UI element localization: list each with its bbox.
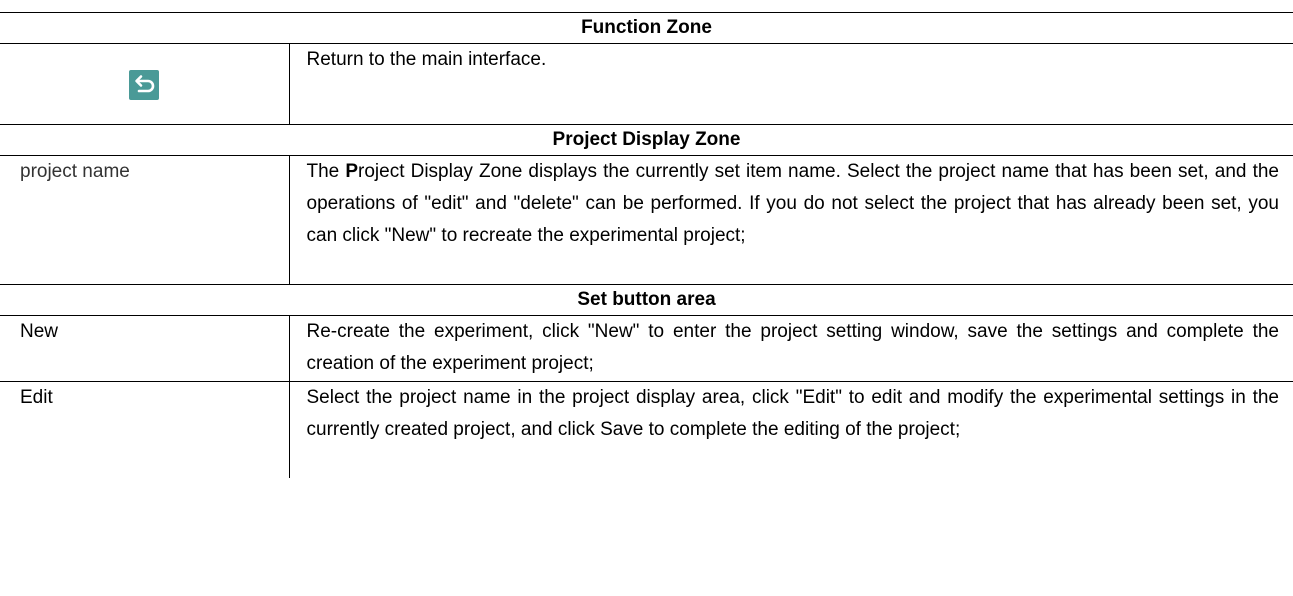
table-row: New Re-create the experiment, click "New… xyxy=(0,315,1293,382)
row-label: project name xyxy=(0,155,290,285)
description-rest: roject Display Zone displays the current… xyxy=(306,161,1280,246)
section-title: Project Display Zone xyxy=(0,124,1293,156)
section-header-set-button-area: Set button area xyxy=(0,284,1293,316)
row-label: New xyxy=(0,315,290,382)
section-header-project-display-zone: Project Display Zone xyxy=(0,124,1293,156)
section-title: Function Zone xyxy=(0,12,1293,44)
description-prefix: The xyxy=(306,161,346,182)
table-row: Return to the main interface. xyxy=(0,43,1293,125)
row-label: Edit xyxy=(0,381,290,478)
section-title: Set button area xyxy=(0,284,1293,316)
row-description: Return to the main interface. xyxy=(289,43,1293,125)
description-bold-letter: P xyxy=(345,161,359,182)
row-description: Re-create the experiment, click "New" to… xyxy=(289,315,1293,382)
function-table: Function Zone Return to the main interfa… xyxy=(0,12,1293,478)
icon-cell xyxy=(0,43,290,125)
section-header-function-zone: Function Zone xyxy=(0,12,1293,44)
table-row: Edit Select the project name in the proj… xyxy=(0,381,1293,478)
return-icon[interactable] xyxy=(129,70,160,100)
table-row: project name The Project Display Zone di… xyxy=(0,155,1293,285)
row-description: Select the project name in the project d… xyxy=(289,381,1293,478)
row-description: The Project Display Zone displays the cu… xyxy=(289,155,1293,285)
